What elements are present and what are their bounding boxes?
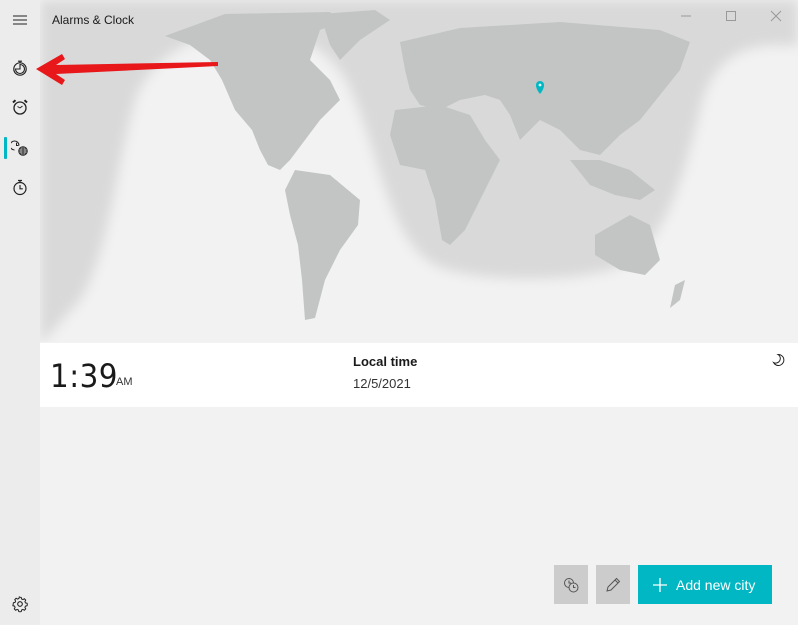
city-name: Local time [353, 354, 418, 369]
maximize-icon [726, 11, 736, 21]
compare-clocks-button[interactable] [554, 565, 588, 604]
hamburger-icon [13, 15, 27, 25]
pencil-icon [606, 577, 621, 592]
maximize-button[interactable] [708, 0, 754, 32]
alarms-clock-window: Alarms & Clock 1:39 AM Local time 12/5/2… [0, 0, 798, 625]
local-time-card[interactable]: 1:39 AM Local time 12/5/2021 [40, 343, 798, 407]
hamburger-menu-button[interactable] [0, 0, 40, 40]
plus-icon [653, 577, 667, 592]
minimize-icon [681, 15, 691, 17]
add-new-city-button[interactable]: Add new city [638, 565, 772, 604]
gear-icon [12, 596, 28, 613]
current-time: 1:39 [50, 357, 118, 395]
app-title: Alarms & Clock [52, 13, 135, 27]
stopwatch-icon [13, 179, 27, 196]
sidebar [0, 0, 40, 625]
timer-icon [13, 60, 27, 76]
compare-clocks-icon [564, 577, 579, 592]
sidebar-item-stopwatch[interactable] [0, 167, 40, 207]
date-label: 12/5/2021 [353, 376, 411, 391]
world-clock-icon [11, 140, 28, 156]
settings-button[interactable] [0, 584, 40, 624]
alarm-clock-icon [12, 99, 28, 115]
edit-button[interactable] [596, 565, 630, 604]
add-new-city-label: Add new city [676, 576, 756, 593]
close-icon [770, 10, 782, 22]
close-button[interactable] [753, 0, 798, 32]
sidebar-item-alarm[interactable] [0, 87, 40, 127]
sidebar-item-world-clock[interactable] [0, 128, 40, 168]
am-pm-label: AM [116, 376, 133, 388]
minimize-button[interactable] [663, 0, 709, 32]
moon-icon [772, 353, 785, 366]
annotation-arrow-icon [36, 54, 218, 85]
